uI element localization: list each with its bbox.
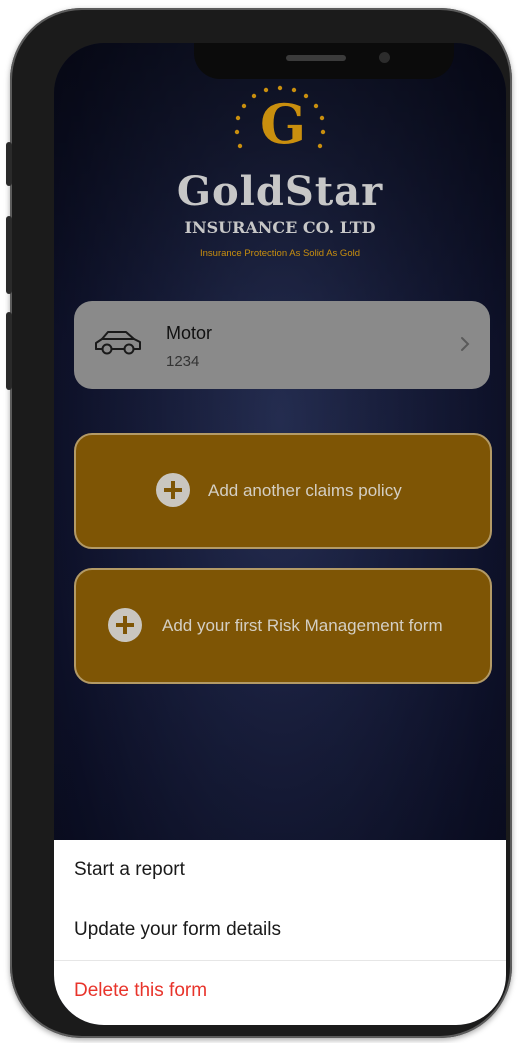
policy-number: 1234: [166, 353, 200, 370]
add-claims-policy-label: Add another claims policy: [208, 481, 402, 500]
plus-icon: [108, 608, 142, 642]
chevron-right-icon: [461, 337, 470, 351]
phone-side-button: [6, 142, 12, 186]
add-risk-form-button[interactable]: Add your first Risk Management form: [74, 568, 492, 684]
brand-tagline: Insurance Protection As Solid As Gold: [199, 248, 360, 259]
add-risk-form-label: Add your first Risk Management form: [162, 616, 443, 635]
phone-frame: G GoldStar INSURANCE CO. LTD Insurance P…: [6, 8, 512, 1038]
delete-form-item[interactable]: Delete this form: [74, 980, 207, 1002]
brand-subtitle: INSURANCE CO. LTD: [184, 218, 376, 237]
plus-icon: [156, 473, 190, 507]
brand-name: GoldStar: [176, 168, 384, 215]
action-sheet: Start a report Update your form details …: [54, 840, 506, 1025]
policy-card-motor[interactable]: Motor 1234: [74, 301, 490, 389]
update-form-details-item[interactable]: Update your form details: [74, 919, 281, 941]
add-claims-policy-button[interactable]: Add another claims policy: [74, 433, 492, 549]
car-icon: [95, 331, 141, 355]
speaker-icon: [286, 55, 346, 61]
app-screen: G GoldStar INSURANCE CO. LTD Insurance P…: [54, 43, 506, 1025]
policy-name: Motor: [166, 323, 213, 343]
logo-initial: G: [260, 92, 307, 156]
phone-volume-down: [6, 312, 12, 390]
camera-icon: [379, 52, 390, 63]
phone-notch: [194, 43, 454, 79]
sheet-divider: [54, 960, 506, 961]
start-report-item[interactable]: Start a report: [74, 859, 185, 881]
phone-volume-up: [6, 216, 12, 294]
